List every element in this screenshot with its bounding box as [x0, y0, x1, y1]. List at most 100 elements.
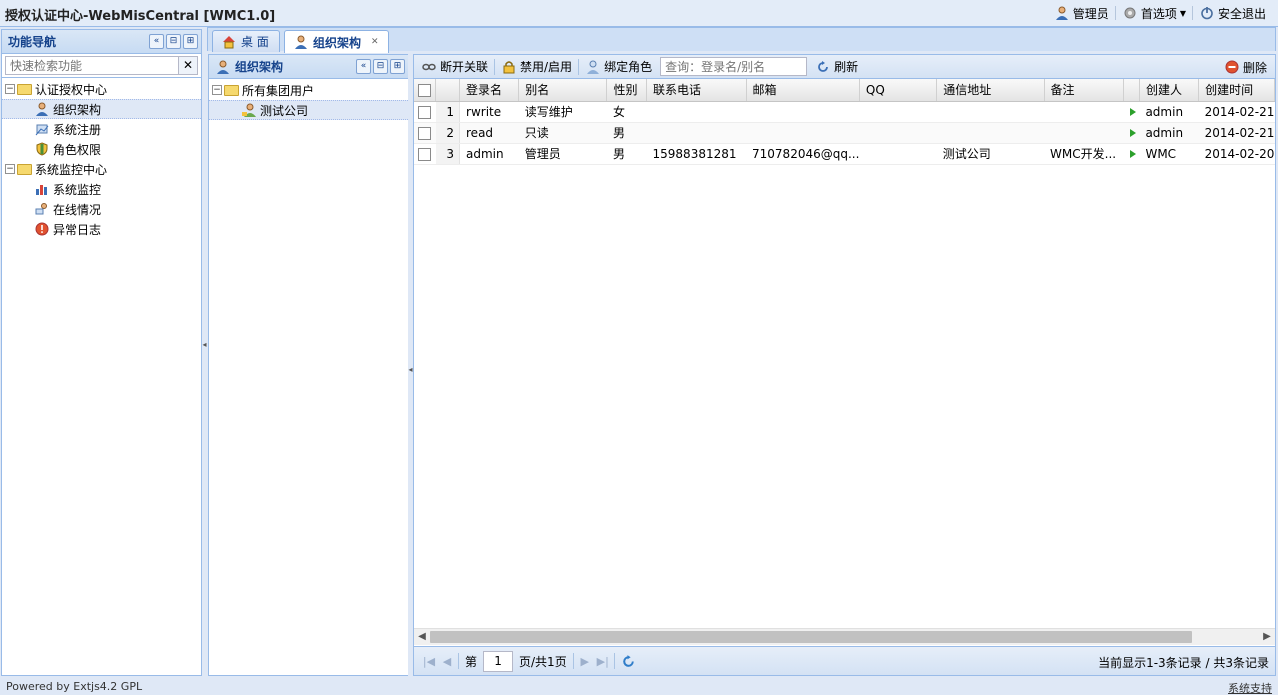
cell-login: rwrite: [459, 101, 519, 123]
column-header[interactable]: 创建时间: [1198, 79, 1275, 102]
collapse-panel-icon[interactable]: «: [356, 59, 371, 74]
collapse-all-icon[interactable]: ⊟: [373, 59, 388, 74]
user-icon: [34, 101, 50, 117]
bind-role-button[interactable]: 绑定角色: [581, 57, 656, 77]
grid-toolbar: 断开关联 禁用/启用 绑定角色 刷新 删除: [414, 55, 1275, 79]
unlink-label: 断开关联: [440, 60, 489, 74]
next-page-icon[interactable]: ▶: [576, 655, 594, 668]
grid-search-input[interactable]: [660, 57, 808, 76]
column-header[interactable]: 别名: [518, 79, 608, 102]
refresh-button[interactable]: 刷新: [811, 57, 862, 77]
org-root-node[interactable]: − 所有集团用户: [209, 80, 408, 100]
power-icon: [1199, 5, 1215, 21]
column-header[interactable]: 邮箱: [746, 79, 860, 102]
tree-item-sysreg[interactable]: 系统注册: [2, 119, 201, 139]
select-all-checkbox[interactable]: [414, 79, 437, 102]
cell-sex: 男: [606, 143, 647, 165]
column-header[interactable]: 创建人: [1139, 79, 1200, 102]
cell-address: [936, 101, 1045, 123]
support-link[interactable]: 系统支持: [1228, 680, 1272, 695]
tab-org[interactable]: 组织架构 ✕: [284, 30, 389, 53]
delete-button[interactable]: 删除: [1220, 57, 1271, 77]
horizontal-scrollbar[interactable]: ◀ ▶: [414, 628, 1275, 645]
tree-item-label: 系统监控: [53, 182, 102, 197]
tree-item-sysmon[interactable]: 系统监控: [2, 179, 201, 199]
expand-all-icon[interactable]: ⊞: [390, 59, 405, 74]
nav-splitter[interactable]: ◂: [202, 29, 207, 676]
column-header[interactable]: 备注: [1044, 79, 1125, 102]
prev-page-icon[interactable]: ◀: [438, 655, 456, 668]
tree-group-auth[interactable]: − 认证授权中心: [2, 79, 201, 99]
first-page-icon[interactable]: |◀: [420, 655, 438, 668]
collapse-node-icon[interactable]: −: [212, 85, 222, 95]
logout-button[interactable]: 安全退出: [1193, 5, 1272, 22]
preferences-label: 首选项: [1140, 6, 1177, 21]
collapse-node-icon[interactable]: −: [5, 84, 15, 94]
collapse-all-icon[interactable]: ⊟: [166, 34, 181, 49]
play-icon: [1129, 149, 1136, 158]
column-header[interactable]: 性别: [606, 79, 648, 102]
table-row[interactable]: 3 admin 管理员 男 15988381281 710782046@qq..…: [414, 143, 1275, 165]
tree-item-org[interactable]: 组织架构: [2, 99, 201, 119]
row-checkbox[interactable]: [414, 101, 436, 123]
cell-qq: [859, 101, 937, 123]
tree-item-errorlog[interactable]: 异常日志: [2, 219, 201, 239]
cell-login: read: [459, 122, 519, 144]
table-row[interactable]: 1 rwrite 读写维护 女 admin 2014-02-21: [414, 101, 1275, 123]
row-checkbox[interactable]: [414, 122, 436, 144]
org-child-node[interactable]: 测试公司: [209, 100, 408, 120]
column-header[interactable]: 联系电话: [646, 79, 747, 102]
last-page-icon[interactable]: ▶|: [594, 655, 612, 668]
checkbox[interactable]: [418, 147, 431, 161]
tab-desktop[interactable]: 桌 面: [212, 30, 280, 52]
row-checkbox[interactable]: [414, 143, 436, 165]
page-number-input[interactable]: [483, 650, 514, 672]
cell-sex: 女: [606, 101, 647, 123]
cell-note: [1044, 101, 1124, 123]
scrollbar-thumb[interactable]: [430, 631, 1192, 643]
cell-note: WMC开发...: [1044, 143, 1124, 165]
checkbox[interactable]: [418, 126, 431, 140]
collapse-panel-icon[interactable]: «: [149, 34, 164, 49]
collapse-arrow-icon[interactable]: ◂: [202, 339, 207, 351]
user-label: 管理员: [1072, 6, 1109, 21]
register-icon: [34, 121, 50, 137]
tree-item-roles[interactable]: 角色权限: [2, 139, 201, 159]
table-row[interactable]: 2 read 只读 男 admin 2014-02-21: [414, 122, 1275, 144]
column-header[interactable]: QQ: [859, 79, 938, 102]
org-title: 组织架构: [235, 60, 284, 74]
preferences-menu[interactable]: 首选项 ▼: [1116, 5, 1192, 22]
tree-group-label: 系统监控中心: [35, 162, 108, 177]
reload-icon[interactable]: [621, 653, 637, 669]
tree-item-online[interactable]: 在线情况: [2, 199, 201, 219]
scroll-right-icon[interactable]: ▶: [1260, 630, 1274, 644]
clear-icon[interactable]: ✕: [179, 56, 198, 75]
logout-label: 安全退出: [1217, 6, 1266, 21]
cell-phone: 15988381281: [646, 143, 747, 165]
checkbox[interactable]: [418, 105, 431, 119]
checkbox[interactable]: [418, 83, 431, 97]
cell-phone: [646, 122, 747, 144]
nav-panel: 功能导航 « ⊟ ⊞ ✕ − 认证授权中心 组织架构 系统注册 角色权限 −: [1, 29, 202, 676]
paging-toolbar: |◀ ◀ 第 页/共1页 ▶ ▶| 当前显示1-3条记录 / 共3条记录: [414, 646, 1275, 675]
user-menu[interactable]: 管理员: [1048, 5, 1115, 22]
cell-qq: [859, 122, 937, 144]
folder-icon: [17, 163, 32, 175]
delete-label: 删除: [1242, 60, 1267, 75]
expand-row-icon[interactable]: [1123, 143, 1140, 165]
column-header[interactable]: 通信地址: [936, 79, 1045, 102]
collapse-node-icon[interactable]: −: [5, 164, 15, 174]
expand-row-icon[interactable]: [1123, 101, 1140, 123]
toolbar-divider: [572, 653, 574, 669]
nav-panel-header: 功能导航 « ⊟ ⊞: [2, 30, 201, 54]
cell-email: 710782046@qq...: [746, 143, 860, 165]
tree-group-monitor[interactable]: − 系统监控中心: [2, 159, 201, 179]
unlink-button[interactable]: 断开关联: [417, 57, 492, 77]
nav-search-input[interactable]: [5, 56, 179, 75]
close-icon[interactable]: ✕: [371, 37, 379, 47]
toggle-button[interactable]: 禁用/启用: [497, 57, 576, 77]
scroll-left-icon[interactable]: ◀: [415, 630, 429, 644]
expand-row-icon[interactable]: [1123, 122, 1140, 144]
column-header[interactable]: 登录名: [459, 79, 520, 102]
expand-all-icon[interactable]: ⊞: [183, 34, 198, 49]
